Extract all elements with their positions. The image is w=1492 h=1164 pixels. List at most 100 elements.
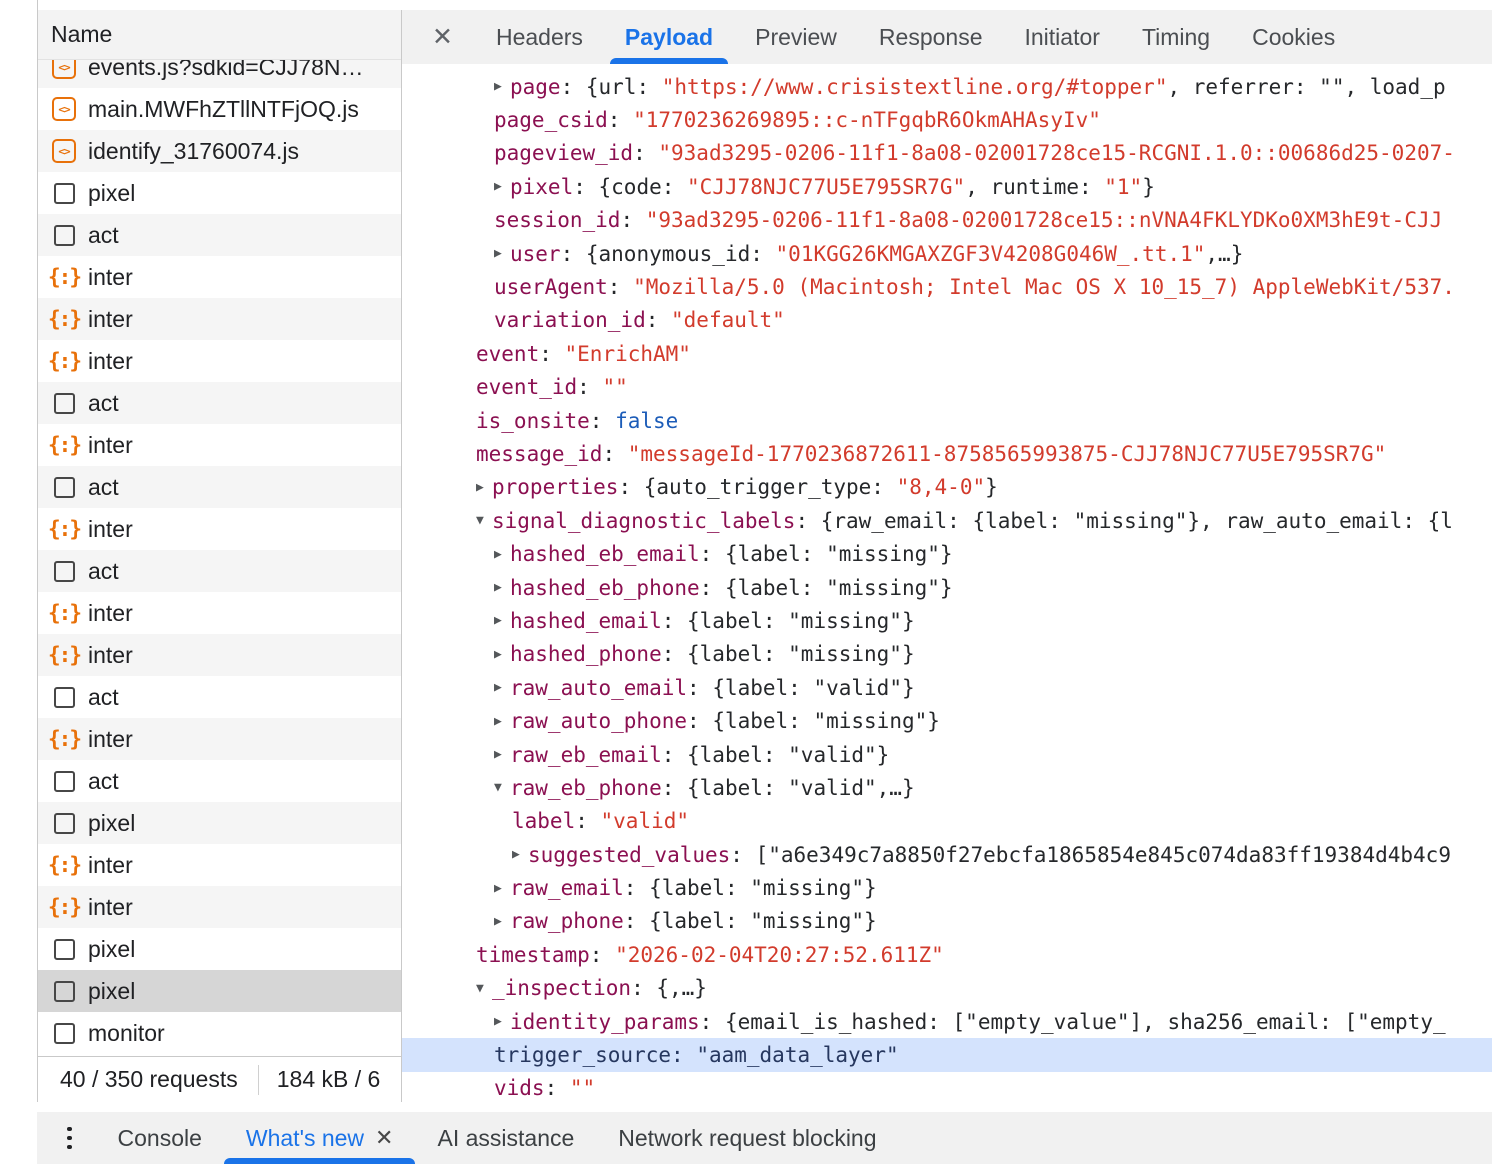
json-preview-text: {email_is_hashed: ["empty_value"], sha25…: [725, 1010, 1446, 1034]
payload-row-signal_diagnostic_labels[interactable]: ▼signal_diagnostic_labels: {raw_email: {…: [402, 504, 1492, 537]
payload-row-hashed_eb_phone[interactable]: ▶hashed_eb_phone: {label: "missing"}: [402, 571, 1492, 604]
collapse-arrow-icon[interactable]: ▼: [476, 981, 492, 996]
expand-arrow-icon[interactable]: ▶: [494, 680, 510, 695]
drawer-tab-ai-assistance[interactable]: AI assistance: [415, 1112, 596, 1164]
payload-row-raw_eb_phone[interactable]: ▼raw_eb_phone: {label: "valid",…}: [402, 771, 1492, 804]
expand-arrow-icon[interactable]: ▶: [494, 547, 510, 562]
document-icon: [54, 561, 75, 582]
payload-row-message_id[interactable]: message_id: "messageId-1770236872611-875…: [402, 437, 1492, 470]
payload-row-event_id[interactable]: event_id: "": [402, 371, 1492, 404]
payload-row-trigger_source[interactable]: trigger_source: "aam_data_layer": [402, 1038, 1492, 1071]
key-colon: :: [700, 1010, 725, 1034]
request-row-act[interactable]: act: [38, 466, 401, 508]
request-rows-viewport[interactable]: <>events.js?sdkid=CJJ78N…<>main.MWFhZTll…: [38, 60, 401, 1056]
payload-row-raw_eb_email[interactable]: ▶raw_eb_email: {label: "valid"}: [402, 738, 1492, 771]
payload-row-hashed_email[interactable]: ▶hashed_email: {label: "missing"}: [402, 604, 1492, 637]
expand-arrow-icon[interactable]: ▶: [494, 714, 510, 729]
tab-headers[interactable]: Headers: [482, 10, 597, 64]
request-row-events.js?sdkid=CJJ78N…[interactable]: <>events.js?sdkid=CJJ78N…: [38, 60, 401, 88]
payload-row-label[interactable]: label: "valid": [402, 805, 1492, 838]
request-row-pixel[interactable]: pixel: [38, 172, 401, 214]
expand-arrow-icon[interactable]: ▶: [494, 179, 510, 194]
request-name: inter: [88, 348, 133, 375]
request-row-main.MWFhZTllNTFjOQ.js[interactable]: <>main.MWFhZTllNTFjOQ.js: [38, 88, 401, 130]
expand-arrow-icon[interactable]: ▶: [512, 847, 528, 862]
request-row-inter[interactable]: {:}inter: [38, 886, 401, 928]
expand-arrow-icon[interactable]: ▶: [494, 613, 510, 628]
expand-arrow-icon[interactable]: ▶: [494, 881, 510, 896]
request-row-monitor[interactable]: monitor: [38, 1012, 401, 1054]
expand-arrow-icon[interactable]: ▶: [494, 914, 510, 929]
payload-row-_inspection[interactable]: ▼_inspection: {,…}: [402, 972, 1492, 1005]
request-row-act[interactable]: act: [38, 214, 401, 256]
request-row-inter[interactable]: {:}inter: [38, 592, 401, 634]
payload-row-hashed_eb_email[interactable]: ▶hashed_eb_email: {label: "missing"}: [402, 537, 1492, 570]
drawer-tab-what-s-new[interactable]: What's new✕: [224, 1112, 416, 1164]
json-string-value: "aam_data_layer": [696, 1043, 898, 1067]
payload-row-identity_params[interactable]: ▶identity_params: {email_is_hashed: ["em…: [402, 1005, 1492, 1038]
request-row-act[interactable]: act: [38, 760, 401, 802]
payload-row-raw_email[interactable]: ▶raw_email: {label: "missing"}: [402, 871, 1492, 904]
expand-arrow-icon[interactable]: ▶: [494, 79, 510, 94]
request-row-act[interactable]: act: [38, 382, 401, 424]
close-icon[interactable]: ✕: [375, 1125, 393, 1151]
request-row-inter[interactable]: {:}inter: [38, 298, 401, 340]
payload-row-raw_phone[interactable]: ▶raw_phone: {label: "missing"}: [402, 905, 1492, 938]
json-preview-text: {label: "valid"}: [712, 676, 914, 700]
request-row-inter[interactable]: {:}inter: [38, 634, 401, 676]
payload-row-vids[interactable]: vids: "": [402, 1072, 1492, 1105]
payload-row-raw_auto_phone[interactable]: ▶raw_auto_phone: {label: "missing"}: [402, 704, 1492, 737]
payload-row-raw_auto_email[interactable]: ▶raw_auto_email: {label: "valid"}: [402, 671, 1492, 704]
tab-response[interactable]: Response: [865, 10, 997, 64]
request-row-pixel[interactable]: pixel: [38, 802, 401, 844]
request-row-pixel[interactable]: pixel: [38, 970, 401, 1012]
json-braces-icon: {:}: [52, 349, 76, 373]
request-name: inter: [88, 852, 133, 879]
request-row-inter[interactable]: {:}inter: [38, 718, 401, 760]
request-row-act[interactable]: act: [38, 676, 401, 718]
request-row-inter[interactable]: {:}inter: [38, 508, 401, 550]
expand-arrow-icon[interactable]: ▶: [494, 747, 510, 762]
tab-cookies[interactable]: Cookies: [1238, 10, 1349, 64]
payload-row-page[interactable]: ▶page: {url: "https://www.crisistextline…: [402, 70, 1492, 103]
payload-row-timestamp[interactable]: timestamp: "2026-02-04T20:27:52.611Z": [402, 938, 1492, 971]
payload-row-variation_id[interactable]: variation_id: "default": [402, 304, 1492, 337]
request-row-inter[interactable]: {:}inter: [38, 256, 401, 298]
payload-row-is_onsite[interactable]: is_onsite: false: [402, 404, 1492, 437]
expand-arrow-icon[interactable]: ▶: [494, 1014, 510, 1029]
expand-arrow-icon[interactable]: ▶: [494, 246, 510, 261]
tab-timing[interactable]: Timing: [1128, 10, 1224, 64]
payload-row-page_csid[interactable]: page_csid: "1770236269895::c-nTFgqbR6Okm…: [402, 103, 1492, 136]
request-row-act[interactable]: act: [38, 550, 401, 592]
more-tools-icon[interactable]: [67, 1127, 72, 1150]
request-row-identify_31760074.js[interactable]: <>identify_31760074.js: [38, 130, 401, 172]
expand-arrow-icon[interactable]: ▶: [494, 580, 510, 595]
drawer-tab-console[interactable]: Console: [96, 1112, 224, 1164]
payload-row-event[interactable]: event: "EnrichAM": [402, 337, 1492, 370]
expand-arrow-icon[interactable]: ▶: [476, 480, 492, 495]
request-row-pixel[interactable]: pixel: [38, 928, 401, 970]
request-row-inter[interactable]: {:} inter: [38, 340, 401, 382]
payload-row-hashed_phone[interactable]: ▶hashed_phone: {label: "missing"}: [402, 638, 1492, 671]
tab-payload[interactable]: Payload: [611, 10, 727, 64]
tab-initiator[interactable]: Initiator: [1011, 10, 1114, 64]
request-name: inter: [88, 642, 133, 669]
json-key: label: [512, 809, 575, 833]
close-icon[interactable]: ✕: [432, 22, 453, 52]
payload-row-properties[interactable]: ▶properties: {auto_trigger_type: "8,4-0"…: [402, 471, 1492, 504]
request-row-inter[interactable]: {:}inter: [38, 424, 401, 466]
drawer-tab-network-request-blocking[interactable]: Network request blocking: [596, 1112, 898, 1164]
tab-preview[interactable]: Preview: [741, 10, 851, 64]
payload-row-suggested_values[interactable]: ▶suggested_values: ["a6e349c7a8850f27ebc…: [402, 838, 1492, 871]
payload-row-pixel[interactable]: ▶pixel: {code: "CJJ78NJC77U5E795SR7G", r…: [402, 170, 1492, 203]
payload-row-pageview_id[interactable]: pageview_id: "93ad3295-0206-11f1-8a08-02…: [402, 137, 1492, 170]
name-column-header[interactable]: Name: [38, 10, 401, 60]
collapse-arrow-icon[interactable]: ▼: [494, 780, 510, 795]
payload-row-user[interactable]: ▶user: {anonymous_id: "01KGG26KMGAXZGF3V…: [402, 237, 1492, 270]
payload-row-session_id[interactable]: session_id: "93ad3295-0206-11f1-8a08-020…: [402, 204, 1492, 237]
json-string-value: "valid": [601, 809, 690, 833]
payload-row-userAgent[interactable]: userAgent: "Mozilla/5.0 (Macintosh; Inte…: [402, 270, 1492, 303]
expand-arrow-icon[interactable]: ▶: [494, 647, 510, 662]
collapse-arrow-icon[interactable]: ▼: [476, 513, 492, 528]
request-row-inter[interactable]: {:}inter: [38, 844, 401, 886]
